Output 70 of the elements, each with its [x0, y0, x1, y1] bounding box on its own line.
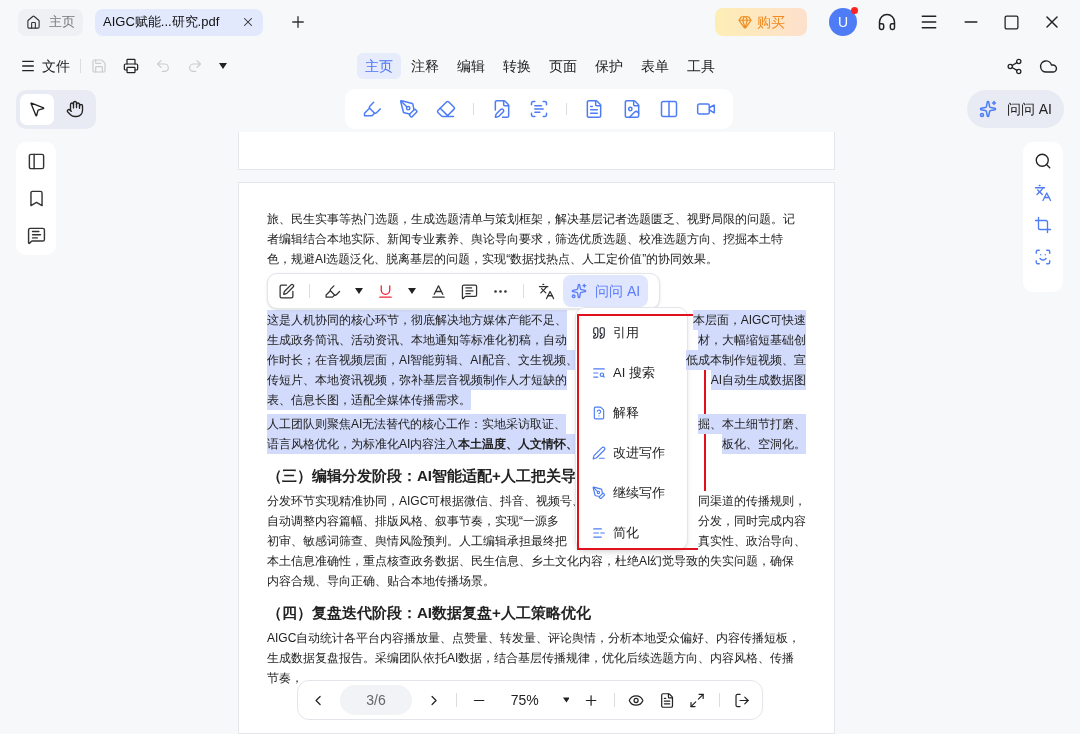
print-icon[interactable]: [123, 58, 139, 74]
ai-search-icon: [592, 366, 606, 380]
pen-icon: [592, 486, 606, 500]
comment-icon[interactable]: [26, 226, 46, 245]
ai-menu-item[interactable]: 改进写作: [576, 433, 687, 473]
edit-icon[interactable]: [278, 282, 295, 300]
zoom-level[interactable]: 75%: [500, 689, 549, 711]
sparkle-icon: [571, 283, 587, 299]
file-menu[interactable]: 文件: [20, 55, 70, 77]
dropdown-caret-icon[interactable]: [219, 63, 227, 69]
highlighter-icon[interactable]: [324, 282, 341, 300]
eraser-icon[interactable]: [436, 99, 457, 119]
ai-menu-item[interactable]: 解释: [576, 393, 687, 433]
translate-icon[interactable]: [538, 282, 555, 300]
ribbon-tab[interactable]: 表单: [633, 53, 677, 79]
ribbon-tab[interactable]: 主页: [357, 53, 401, 79]
quote-icon: [592, 326, 606, 340]
page-number-field[interactable]: 3/6: [340, 685, 412, 715]
text-line: 生成数据复盘报告。采编团队依托AI数据，结合基层传播规律，优化后续选题方向、内容风格、传播: [267, 650, 795, 667]
gem-icon: [737, 15, 752, 29]
home-icon: [26, 14, 41, 30]
text-line: 内容合规、导向正确、贴合本地传播场景。: [267, 573, 495, 590]
document-tab[interactable]: AIGC赋能...研究.pdf: [95, 8, 264, 36]
document-icon[interactable]: [658, 690, 675, 710]
text-line: 初审、敏感词筛查、舆情风险预判。人工编辑承担最终把: [267, 533, 567, 550]
caret-icon[interactable]: [355, 288, 363, 294]
headset-icon[interactable]: [877, 12, 897, 32]
ai-menu-item[interactable]: 简化: [576, 513, 687, 553]
menu-icon: [20, 58, 36, 74]
underline-icon[interactable]: [377, 282, 394, 300]
caret-icon[interactable]: [562, 697, 570, 703]
share-icon[interactable]: [1006, 57, 1023, 75]
text-line: 本土信息准确性，重点核查政务数据、民生信息、乡土文化内容，杜绝AI幻觉导致的失实问题，确保: [267, 553, 795, 570]
search-icon[interactable]: [1034, 152, 1052, 170]
home-tab[interactable]: 主页: [18, 8, 83, 36]
text-line: 节奏，: [267, 670, 303, 687]
sparkle-icon: [978, 100, 997, 118]
list-icon: [592, 526, 606, 540]
section-heading: （三）编辑分发阶段：AI智能适配+人工把关导: [267, 466, 576, 486]
comment-icon[interactable]: [461, 282, 478, 300]
ribbon-tab[interactable]: 注释: [403, 53, 447, 79]
ribbon-tab[interactable]: 保护: [587, 53, 631, 79]
scan-text-icon[interactable]: [528, 99, 549, 119]
hand-icon: [66, 100, 84, 118]
thumbnails-icon[interactable]: [26, 152, 46, 171]
ribbon-tab[interactable]: 页面: [541, 53, 585, 79]
text-line: 自动调整内容篇幅、排版风格、叙事节奏，实现“一源多: [267, 513, 559, 530]
ai-menu-item[interactable]: 引用: [576, 313, 687, 353]
user-avatar[interactable]: U: [829, 8, 857, 36]
pen-icon: [592, 446, 606, 460]
pen-icon[interactable]: [398, 99, 419, 119]
columns-icon[interactable]: [659, 99, 679, 119]
section-heading: （四）复盘迭代阶段：AI数据复盘+人工策略优化: [267, 603, 591, 623]
text-line: AIGC自动统计各平台内容播放量、点赞量、转发量、评论舆情，分析本地受众偏好、内容传播短板，: [267, 630, 801, 647]
text-line: 色，规避AI选题泛化、脱离基层的问题，实现“数据找热点、人工定价值”的协同效果。: [267, 251, 719, 268]
pointer-icon: [28, 100, 46, 118]
text-line: 者编辑结合本地实际、新闻专业素养、舆论导向要求，筛选优质选题、校准选题方向、挖掘本土特: [267, 231, 783, 248]
ribbon-tab[interactable]: 编辑: [449, 53, 493, 79]
file-question-icon: [592, 406, 606, 420]
text-line: 旅、民生实事等热门选题，生成选题清单与策划框架，解决基层记者选题匮乏、视野局限的问题。记: [267, 211, 795, 228]
text-style-icon[interactable]: [430, 282, 447, 300]
ribbon-tab[interactable]: 转换: [495, 53, 539, 79]
ai-menu-item[interactable]: AI 搜索: [576, 353, 687, 393]
crop-icon[interactable]: [1034, 216, 1052, 234]
maximize-icon[interactable]: [1003, 13, 1020, 31]
ribbon-tab[interactable]: 工具: [679, 53, 723, 79]
caret-icon[interactable]: [408, 288, 416, 294]
menu-icon[interactable]: [919, 12, 939, 32]
ask-ai-button[interactable]: 问问 AI: [966, 90, 1064, 128]
pointer-tool-button[interactable]: [20, 93, 54, 125]
